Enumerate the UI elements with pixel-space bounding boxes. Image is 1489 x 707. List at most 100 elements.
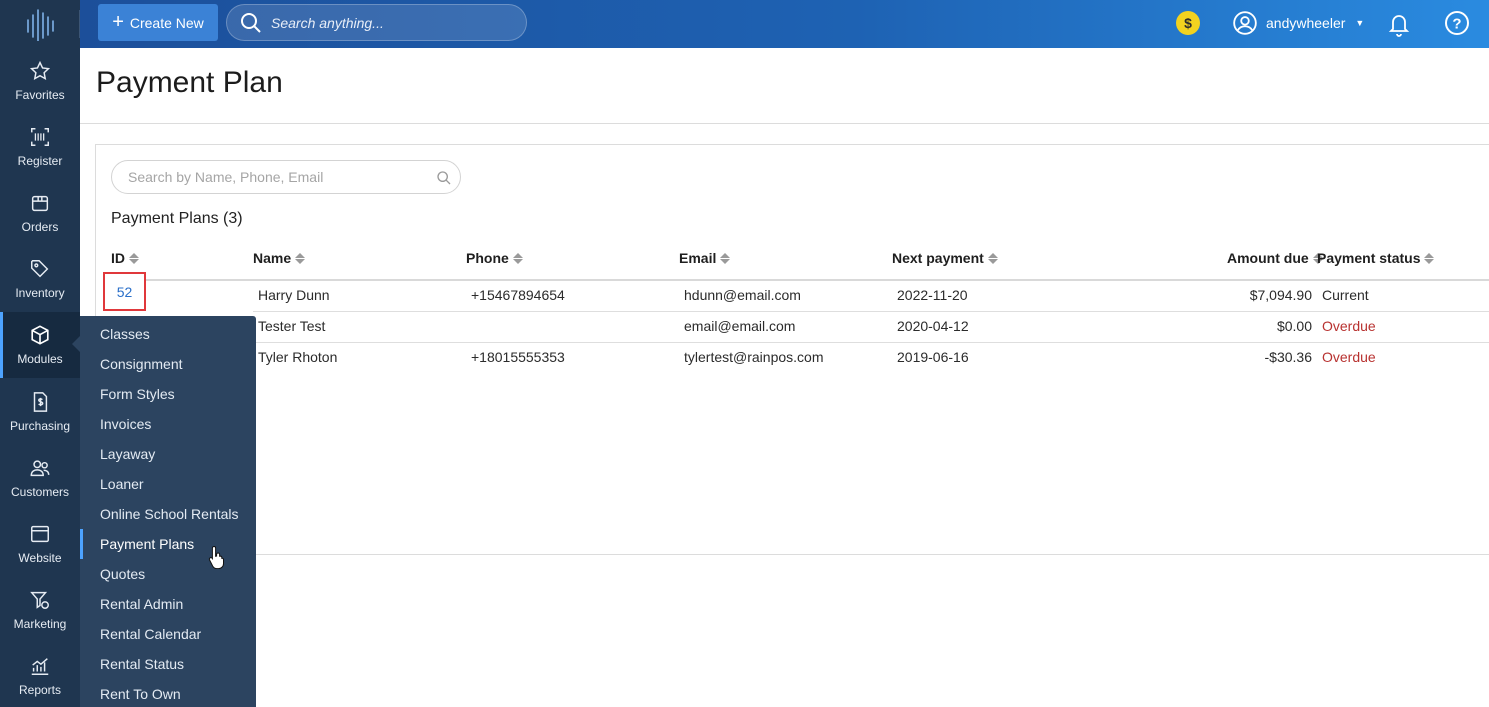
nav-modules[interactable]: Modules [0, 312, 80, 378]
funnel-dollar-icon [30, 591, 49, 609]
page-title: Payment Plan [96, 66, 283, 99]
sort-icon [512, 252, 523, 264]
nav-label: Favorites [15, 88, 65, 102]
create-new-label: Create New [129, 14, 204, 31]
menu-item-layaway[interactable]: Layaway [80, 439, 256, 469]
nav-orders[interactable]: Orders [0, 180, 80, 246]
barcode-icon [31, 128, 49, 146]
cell-phone: +18015555353 [471, 349, 565, 365]
sort-icon [295, 252, 306, 264]
nav-website[interactable]: Website [0, 511, 80, 577]
top-bar: + Create New Search anything... $ andywh… [80, 0, 1489, 48]
nav-favorites[interactable]: Favorites [0, 48, 80, 114]
tag-icon [31, 260, 49, 278]
cell-name[interactable]: Tester Test [258, 318, 325, 334]
sort-icon [129, 252, 139, 264]
bell-icon[interactable] [1387, 11, 1411, 37]
user-menu[interactable]: andywheeler ▼ [1232, 10, 1364, 36]
sort-icon [1424, 252, 1435, 264]
nav-label: Customers [10, 485, 69, 499]
cube-icon [31, 325, 49, 345]
column-header-next-payment[interactable]: Next payment [892, 250, 998, 266]
cell-payment-status: Current [1322, 287, 1369, 303]
cell-email: email@email.com [684, 318, 796, 334]
title-divider [80, 123, 1489, 124]
column-header-name[interactable]: Name [253, 250, 306, 266]
sort-icon [987, 252, 998, 264]
nav-label: Orders [21, 220, 59, 234]
sort-icon [720, 252, 731, 264]
nav-marketing[interactable]: Marketing [0, 577, 80, 643]
create-new-button[interactable]: + Create New [98, 4, 218, 41]
menu-item-payment-plans[interactable]: Payment Plans [80, 529, 256, 559]
row-divider [253, 342, 1489, 343]
flyout-pointer [72, 336, 80, 352]
cell-name[interactable]: Harry Dunn [258, 287, 330, 303]
cell-email: tylertest@rainpos.com [684, 349, 824, 365]
cell-next-payment: 2022-11-20 [897, 287, 968, 303]
column-header-amount-due[interactable]: Amount due [1227, 250, 1323, 266]
column-header-payment-status[interactable]: Payment status [1317, 250, 1435, 266]
cell-email: hdunn@email.com [684, 287, 801, 303]
column-header-label: Name [253, 250, 292, 266]
cell-amount-due: -$30.36 [1264, 349, 1312, 365]
column-header-email[interactable]: Email [679, 250, 731, 266]
payment-plan-id-link[interactable]: 52 [103, 272, 146, 311]
logo-icon [27, 9, 54, 41]
nav-label: Modules [17, 352, 63, 366]
nav-inventory[interactable]: Inventory [0, 246, 80, 312]
nav-customers[interactable]: Customers [0, 445, 80, 511]
menu-item-rent-to-own[interactable]: Rent To Own [80, 679, 256, 707]
cell-payment-status: Overdue [1322, 318, 1376, 334]
svg-text:?: ? [1452, 16, 1461, 33]
nav-label: Register [17, 154, 63, 168]
chart-icon [31, 658, 49, 675]
cell-amount-due: $0.00 [1276, 318, 1312, 334]
hand-pointer-icon [208, 545, 224, 569]
payment-plan-search-input[interactable] [128, 169, 428, 185]
plus-icon: + [112, 10, 124, 33]
cell-next-payment: 2020-04-12 [897, 318, 969, 334]
menu-item-rental-status[interactable]: Rental Status [80, 649, 256, 679]
menu-item-quotes[interactable]: Quotes [80, 559, 256, 589]
nav-label: Inventory [15, 286, 65, 300]
document-dollar-icon [33, 392, 48, 412]
user-circle-icon [1233, 11, 1257, 35]
menu-item-loaner[interactable]: Loaner [80, 469, 256, 499]
nav-purchasing[interactable]: Purchasing [0, 379, 80, 445]
people-icon [30, 460, 50, 477]
table-header-divider [111, 279, 1489, 281]
column-header-label: Email [679, 250, 717, 266]
column-header-id[interactable]: ID [111, 250, 139, 266]
global-search-input[interactable]: Search anything... [226, 4, 527, 41]
app-logo[interactable] [0, 0, 80, 48]
menu-item-rental-admin[interactable]: Rental Admin [80, 589, 256, 619]
nav-reports[interactable]: Reports [0, 643, 80, 707]
cell-next-payment: 2019-06-16 [897, 349, 969, 365]
menu-item-form-styles[interactable]: Form Styles [80, 379, 256, 409]
search-icon[interactable] [436, 170, 452, 186]
cell-amount-due: $7,094.90 [1249, 287, 1312, 303]
nav-register[interactable]: Register [0, 114, 80, 180]
menu-item-online-school-rentals[interactable]: Online School Rentals [80, 499, 256, 529]
row-divider [253, 311, 1489, 312]
star-icon [29, 60, 51, 80]
menu-item-classes[interactable]: Classes [80, 319, 256, 349]
left-sidebar: Favorites Register Orders Inventory Modu… [0, 0, 80, 707]
global-search-placeholder: Search anything... [271, 14, 384, 31]
nav-label: Marketing [13, 617, 67, 631]
nav-label: Website [18, 551, 62, 565]
browser-window-icon [31, 525, 49, 543]
coin-icon[interactable]: $ [1176, 11, 1200, 35]
column-header-phone[interactable]: Phone [466, 250, 523, 266]
help-icon[interactable]: ? [1444, 10, 1470, 36]
search-icon [241, 12, 261, 33]
menu-item-rental-calendar[interactable]: Rental Calendar [80, 619, 256, 649]
nav-label: Purchasing [9, 419, 71, 433]
modules-flyout-menu: Classes Consignment Form Styles Invoices… [80, 316, 256, 707]
package-icon [31, 195, 49, 212]
cell-payment-status: Overdue [1322, 349, 1376, 365]
menu-item-consignment[interactable]: Consignment [80, 349, 256, 379]
menu-item-invoices[interactable]: Invoices [80, 409, 256, 439]
cell-name[interactable]: Tyler Rhoton [258, 349, 337, 365]
